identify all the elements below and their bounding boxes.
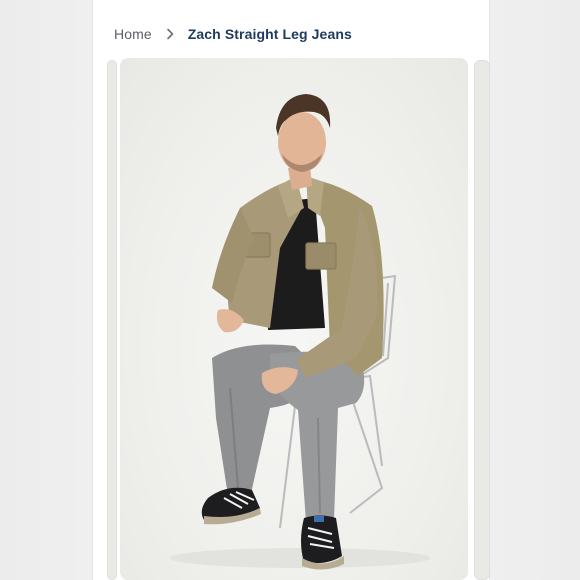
image-gallery[interactable] (92, 58, 490, 580)
product-main-image[interactable] (120, 58, 468, 580)
breadcrumb-home-link[interactable]: Home (114, 26, 152, 42)
chevron-right-icon (166, 28, 174, 40)
model-photo-illustration (170, 94, 430, 570)
product-page: Home Zach Straight Leg Jeans (0, 0, 580, 580)
previous-image-peek[interactable] (107, 60, 117, 580)
next-image-peek[interactable] (474, 60, 490, 580)
breadcrumb: Home Zach Straight Leg Jeans (114, 24, 352, 44)
breadcrumb-current-page: Zach Straight Leg Jeans (187, 26, 352, 42)
